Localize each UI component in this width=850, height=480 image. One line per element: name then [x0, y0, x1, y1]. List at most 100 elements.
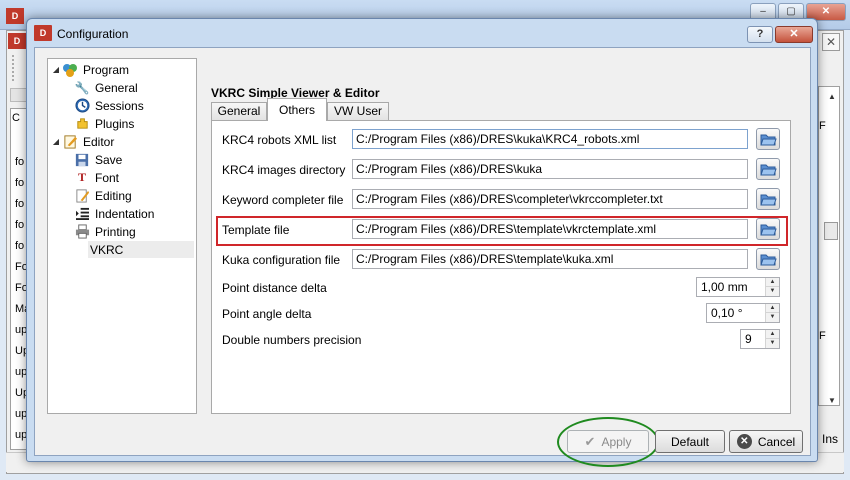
editor-icon	[62, 134, 78, 150]
mdi-logo-icon: D	[8, 33, 26, 49]
tree-item-font[interactable]: T Font	[74, 169, 119, 186]
dialog-close-button[interactable]: ✕	[775, 26, 813, 43]
background-marker: F	[819, 330, 826, 342]
list-item[interactable]: fo	[15, 219, 24, 231]
krc4-images-input[interactable]: C:/Program Files (x86)/DRES\kuka	[352, 159, 748, 179]
spin-up-icon[interactable]: ▲	[766, 330, 779, 339]
plugin-icon	[74, 116, 90, 132]
others-tab-panel: KRC4 robots XML list C:/Program Files (x…	[211, 120, 791, 414]
background-tab[interactable]: C	[12, 112, 20, 124]
default-button[interactable]: Default	[655, 430, 725, 453]
help-button[interactable]: ?	[747, 26, 773, 43]
point-angle-label: Point angle delta	[222, 307, 312, 321]
krc4-images-label: KRC4 images directory	[222, 163, 346, 177]
tree-item-printing[interactable]: Printing	[74, 223, 136, 240]
keyword-completer-label: Keyword completer file	[222, 193, 344, 207]
template-file-browse-button[interactable]	[756, 218, 780, 240]
dialog-body: ◢ Program 🔧 General Sessions Plugins ◢ E…	[34, 47, 811, 467]
mdi-close-icon[interactable]: ✕	[822, 33, 840, 51]
template-file-input[interactable]: C:/Program Files (x86)/DRES\template\vkr…	[352, 219, 748, 239]
list-item[interactable]: fo	[15, 177, 24, 189]
font-icon: T	[77, 170, 86, 184]
save-icon	[74, 152, 90, 168]
tree-item-label: Sessions	[95, 98, 144, 113]
folder-open-icon	[760, 164, 777, 176]
tree-item-save[interactable]: Save	[74, 151, 122, 168]
keyword-completer-browse-button[interactable]	[756, 188, 780, 210]
folder-open-icon	[760, 134, 777, 146]
point-distance-label: Point distance delta	[222, 281, 327, 295]
list-item[interactable]: fo	[15, 198, 24, 210]
double-precision-value: 9	[745, 332, 752, 346]
tree-item-indentation[interactable]: Indentation	[74, 205, 154, 222]
tree-item-label: Editor	[83, 134, 115, 149]
spin-down-icon[interactable]: ▼	[766, 313, 779, 322]
pencil-icon	[74, 188, 90, 204]
program-icon	[62, 62, 78, 78]
kuka-config-input[interactable]: C:/Program Files (x86)/DRES\template\kuk…	[352, 249, 748, 269]
keyword-completer-input[interactable]: C:/Program Files (x86)/DRES\completer\vk…	[352, 189, 748, 209]
spin-down-icon[interactable]: ▼	[766, 339, 779, 348]
tree-item-label: Plugins	[95, 116, 135, 131]
tree-item-label: Program	[83, 62, 130, 77]
list-item[interactable]: fo	[15, 240, 24, 252]
tree-item-editing[interactable]: Editing	[74, 187, 132, 204]
tree-item-label: Font	[95, 170, 120, 185]
double-precision-spinbox[interactable]: 9 ▲ ▼	[740, 329, 780, 349]
scrollbar-thumb[interactable]	[824, 222, 838, 240]
tree-item-label: Printing	[95, 224, 136, 239]
background-marker: F	[819, 120, 826, 132]
point-angle-spinbox[interactable]: 0,10 ° ▲ ▼	[706, 303, 780, 323]
apply-button[interactable]: ✔ Apply	[567, 430, 649, 453]
spin-up-icon[interactable]: ▲	[766, 304, 779, 313]
spin-up-icon[interactable]: ▲	[766, 278, 779, 287]
folder-open-icon	[760, 254, 777, 266]
point-distance-spinbox[interactable]: 1,00 mm ▲ ▼	[696, 277, 780, 297]
tree-item-label: VKRC	[90, 242, 124, 257]
cancel-button[interactable]: ✕ Cancel	[729, 430, 803, 453]
printer-icon	[74, 224, 90, 240]
point-distance-value: 1,00 mm	[701, 280, 748, 294]
apply-label: Apply	[601, 434, 632, 449]
spin-down-icon[interactable]: ▼	[766, 287, 779, 296]
cancel-label: Cancel	[757, 434, 796, 449]
tab-general[interactable]: General	[211, 102, 267, 120]
toolbar-grip[interactable]	[12, 55, 20, 81]
background-right-panel	[818, 86, 840, 406]
scroll-down-icon[interactable]: ▼	[828, 396, 836, 405]
tree-item-sessions[interactable]: Sessions	[74, 97, 144, 114]
configuration-dialog: D Configuration ? ✕ ◢ Program 🔧 General	[26, 18, 818, 467]
tree-item-label: Editing	[95, 188, 132, 203]
folder-open-icon	[760, 194, 777, 206]
krc4-robots-label: KRC4 robots XML list	[222, 133, 337, 147]
scroll-up-icon[interactable]: ▲	[828, 92, 836, 101]
wrench-icon: 🔧	[74, 80, 90, 95]
tab-others[interactable]: Others	[267, 98, 327, 121]
app-logo-icon: D	[6, 8, 24, 24]
kuka-config-browse-button[interactable]	[756, 248, 780, 270]
checkmark-icon: ✔	[584, 433, 596, 449]
tree-item-label: General	[95, 80, 138, 95]
expand-arrow-icon[interactable]: ◢	[50, 137, 62, 146]
cancel-icon: ✕	[736, 434, 752, 449]
template-file-label: Template file	[222, 223, 290, 237]
krc4-images-browse-button[interactable]	[756, 158, 780, 180]
tree-item-plugins[interactable]: Plugins	[74, 115, 134, 132]
tab-vw-user[interactable]: VW User	[327, 102, 389, 120]
dialog-titlebar[interactable]: D Configuration ? ✕	[27, 19, 817, 47]
kuka-config-label: Kuka configuration file	[222, 253, 341, 267]
tree-item-vkrc[interactable]: VKRC	[88, 241, 194, 258]
indent-icon	[74, 206, 90, 222]
expand-arrow-icon[interactable]: ◢	[50, 65, 62, 74]
krc4-robots-input[interactable]: C:/Program Files (x86)/DRES\kuka\KRC4_ro…	[352, 129, 748, 149]
tree-item-general[interactable]: 🔧 General	[74, 79, 138, 96]
dialog-title: Configuration	[57, 27, 129, 41]
tree-item-label: Save	[95, 152, 123, 167]
krc4-robots-browse-button[interactable]	[756, 128, 780, 150]
point-angle-value: 0,10 °	[711, 306, 743, 320]
list-item[interactable]: fo	[15, 156, 24, 168]
settings-tree: ◢ Program 🔧 General Sessions Plugins ◢ E…	[47, 58, 197, 414]
clock-icon	[74, 98, 90, 114]
tree-item-editor[interactable]: ◢ Editor	[50, 133, 114, 150]
tree-item-program[interactable]: ◢ Program	[50, 61, 129, 78]
